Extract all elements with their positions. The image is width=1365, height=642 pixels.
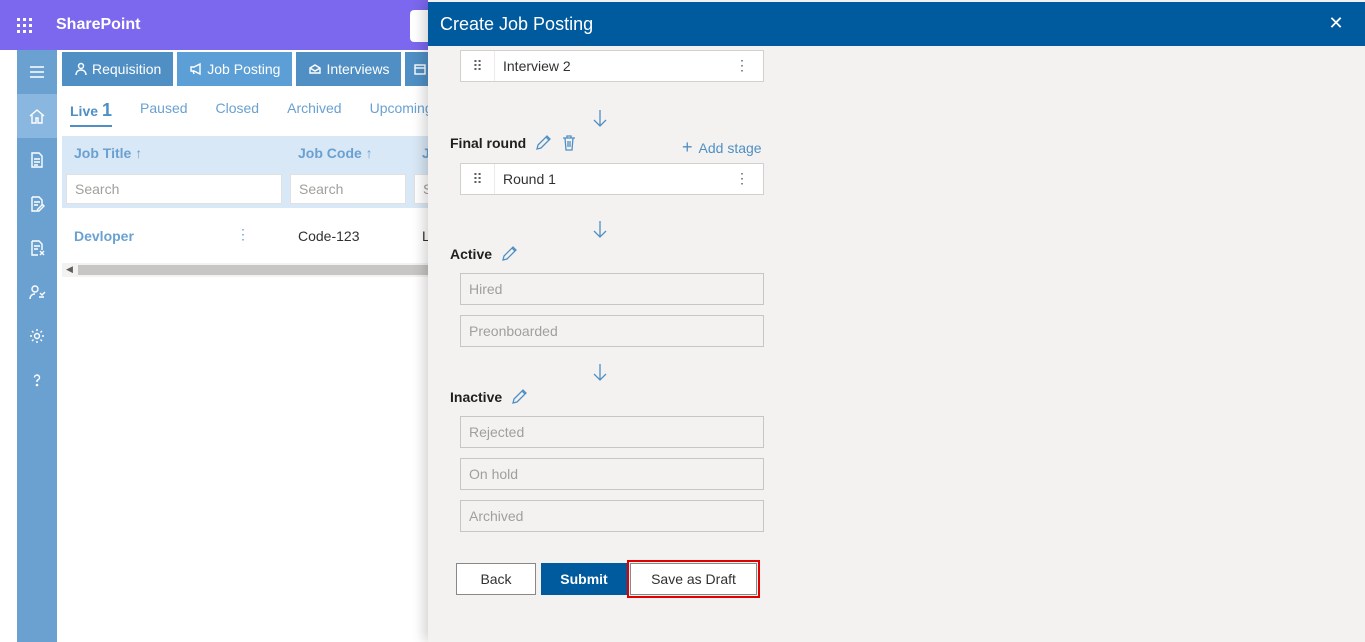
row-more-icon[interactable]: ⋮: [236, 226, 250, 243]
app-name[interactable]: SharePoint: [56, 16, 140, 34]
inactive-label: Inactive: [450, 389, 503, 405]
person-icon: [75, 62, 87, 76]
plus-icon: +: [682, 137, 693, 157]
stage-heading-active: Active: [450, 245, 518, 263]
document-dismiss-icon[interactable]: [17, 226, 57, 270]
left-rail: [17, 50, 57, 642]
stage-heading-final-round: Final round: [450, 134, 578, 152]
app-launcher-icon[interactable]: [0, 0, 48, 50]
tab-live-label: Live: [70, 103, 99, 119]
home-icon[interactable]: [17, 94, 57, 138]
job-code-cell: Code-123: [298, 228, 360, 244]
stage-card-label: Round 1: [503, 171, 556, 187]
more-options-icon[interactable]: ⋮: [735, 57, 749, 74]
arrow-down-icon: [592, 108, 608, 128]
stage-heading-inactive: Inactive: [450, 388, 528, 406]
edit-pencil-icon[interactable]: [534, 134, 552, 152]
panel-header: Create Job Posting ✕: [428, 2, 1365, 46]
tab-interviews[interactable]: Interviews: [296, 52, 402, 86]
create-job-posting-panel: Create Job Posting ✕ ⠿ Interview 2 ⋮ Fin…: [428, 0, 1365, 642]
submit-button[interactable]: Submit: [541, 563, 627, 595]
tab-job-posting[interactable]: Job Posting: [177, 52, 293, 86]
tab-upcoming[interactable]: Upcoming: [370, 100, 433, 127]
tab-requisition-label: Requisition: [92, 61, 162, 77]
calendar-icon: [414, 64, 427, 75]
more-options-icon[interactable]: ⋮: [735, 170, 749, 187]
panel-title: Create Job Posting: [440, 13, 594, 34]
table-row[interactable]: Devloper ⋮ Code-123 L: [62, 220, 482, 250]
job-title-link[interactable]: Devloper: [74, 228, 134, 244]
grid-header: Job Title ↑ Job Code ↑ J: [62, 136, 482, 170]
close-icon[interactable]: ✕: [1327, 14, 1345, 32]
job-title-search-input[interactable]: Search: [66, 174, 282, 204]
column-header-job-title[interactable]: Job Title ↑: [74, 145, 142, 161]
filter-row: Search Search S: [62, 170, 482, 208]
scroll-left-icon[interactable]: ◀: [66, 264, 73, 275]
stage-field-archived: Archived: [460, 500, 764, 532]
tab-live[interactable]: Live 1: [70, 100, 113, 127]
stage-card-label: Interview 2: [503, 58, 571, 74]
megaphone-icon: [190, 62, 201, 76]
tab-archived[interactable]: Archived: [287, 100, 341, 127]
stage-field-hired: Hired: [460, 273, 764, 305]
final-round-label: Final round: [450, 135, 527, 151]
job-code-search-input[interactable]: Search: [290, 174, 406, 204]
add-stage-button[interactable]: + Add stage: [682, 137, 762, 158]
tab-requisition[interactable]: Requisition: [62, 52, 174, 86]
drag-handle-icon[interactable]: ⠿: [461, 164, 495, 194]
delete-trash-icon[interactable]: [560, 134, 578, 152]
people-settings-icon[interactable]: [17, 270, 57, 314]
status-tabs: Live 1 Paused Closed Archived Upcoming: [70, 100, 433, 127]
scrollbar-thumb[interactable]: [78, 265, 482, 275]
document-edit-icon[interactable]: [17, 182, 57, 226]
document-icon[interactable]: [17, 138, 57, 182]
stage-field-rejected: Rejected: [460, 416, 764, 448]
tab-interviews-label: Interviews: [326, 61, 390, 77]
hamburger-menu-icon[interactable]: [17, 50, 57, 94]
horizontal-scrollbar[interactable]: ◀: [62, 263, 482, 277]
settings-gear-icon[interactable]: [17, 314, 57, 358]
tab-closed[interactable]: Closed: [216, 100, 260, 127]
column-header-job-code[interactable]: Job Code ↑: [298, 145, 373, 161]
stage-card-round-1[interactable]: ⠿ Round 1 ⋮: [460, 163, 764, 195]
tab-job-posting-label: Job Posting: [207, 61, 281, 77]
stage-card-interview-2[interactable]: ⠿ Interview 2 ⋮: [460, 50, 764, 82]
edit-pencil-icon[interactable]: [510, 388, 528, 406]
add-stage-label: Add stage: [698, 139, 762, 156]
back-button[interactable]: Back: [456, 563, 536, 595]
tab-paused[interactable]: Paused: [140, 100, 187, 127]
arrow-down-icon: [592, 219, 608, 239]
stage-field-on-hold: On hold: [460, 458, 764, 490]
help-icon[interactable]: [17, 358, 57, 402]
save-as-draft-button[interactable]: Save as Draft: [627, 560, 760, 598]
drag-handle-icon[interactable]: ⠿: [461, 51, 495, 81]
edit-pencil-icon[interactable]: [500, 245, 518, 263]
live-count-badge: 1: [102, 100, 113, 120]
stage-field-preonboarded: Preonboarded: [460, 315, 764, 347]
active-label: Active: [450, 246, 493, 262]
interview-icon: [309, 64, 322, 74]
nav-tabs: Requisition Job Posting Interviews: [62, 52, 436, 86]
arrow-down-icon: [592, 362, 608, 382]
